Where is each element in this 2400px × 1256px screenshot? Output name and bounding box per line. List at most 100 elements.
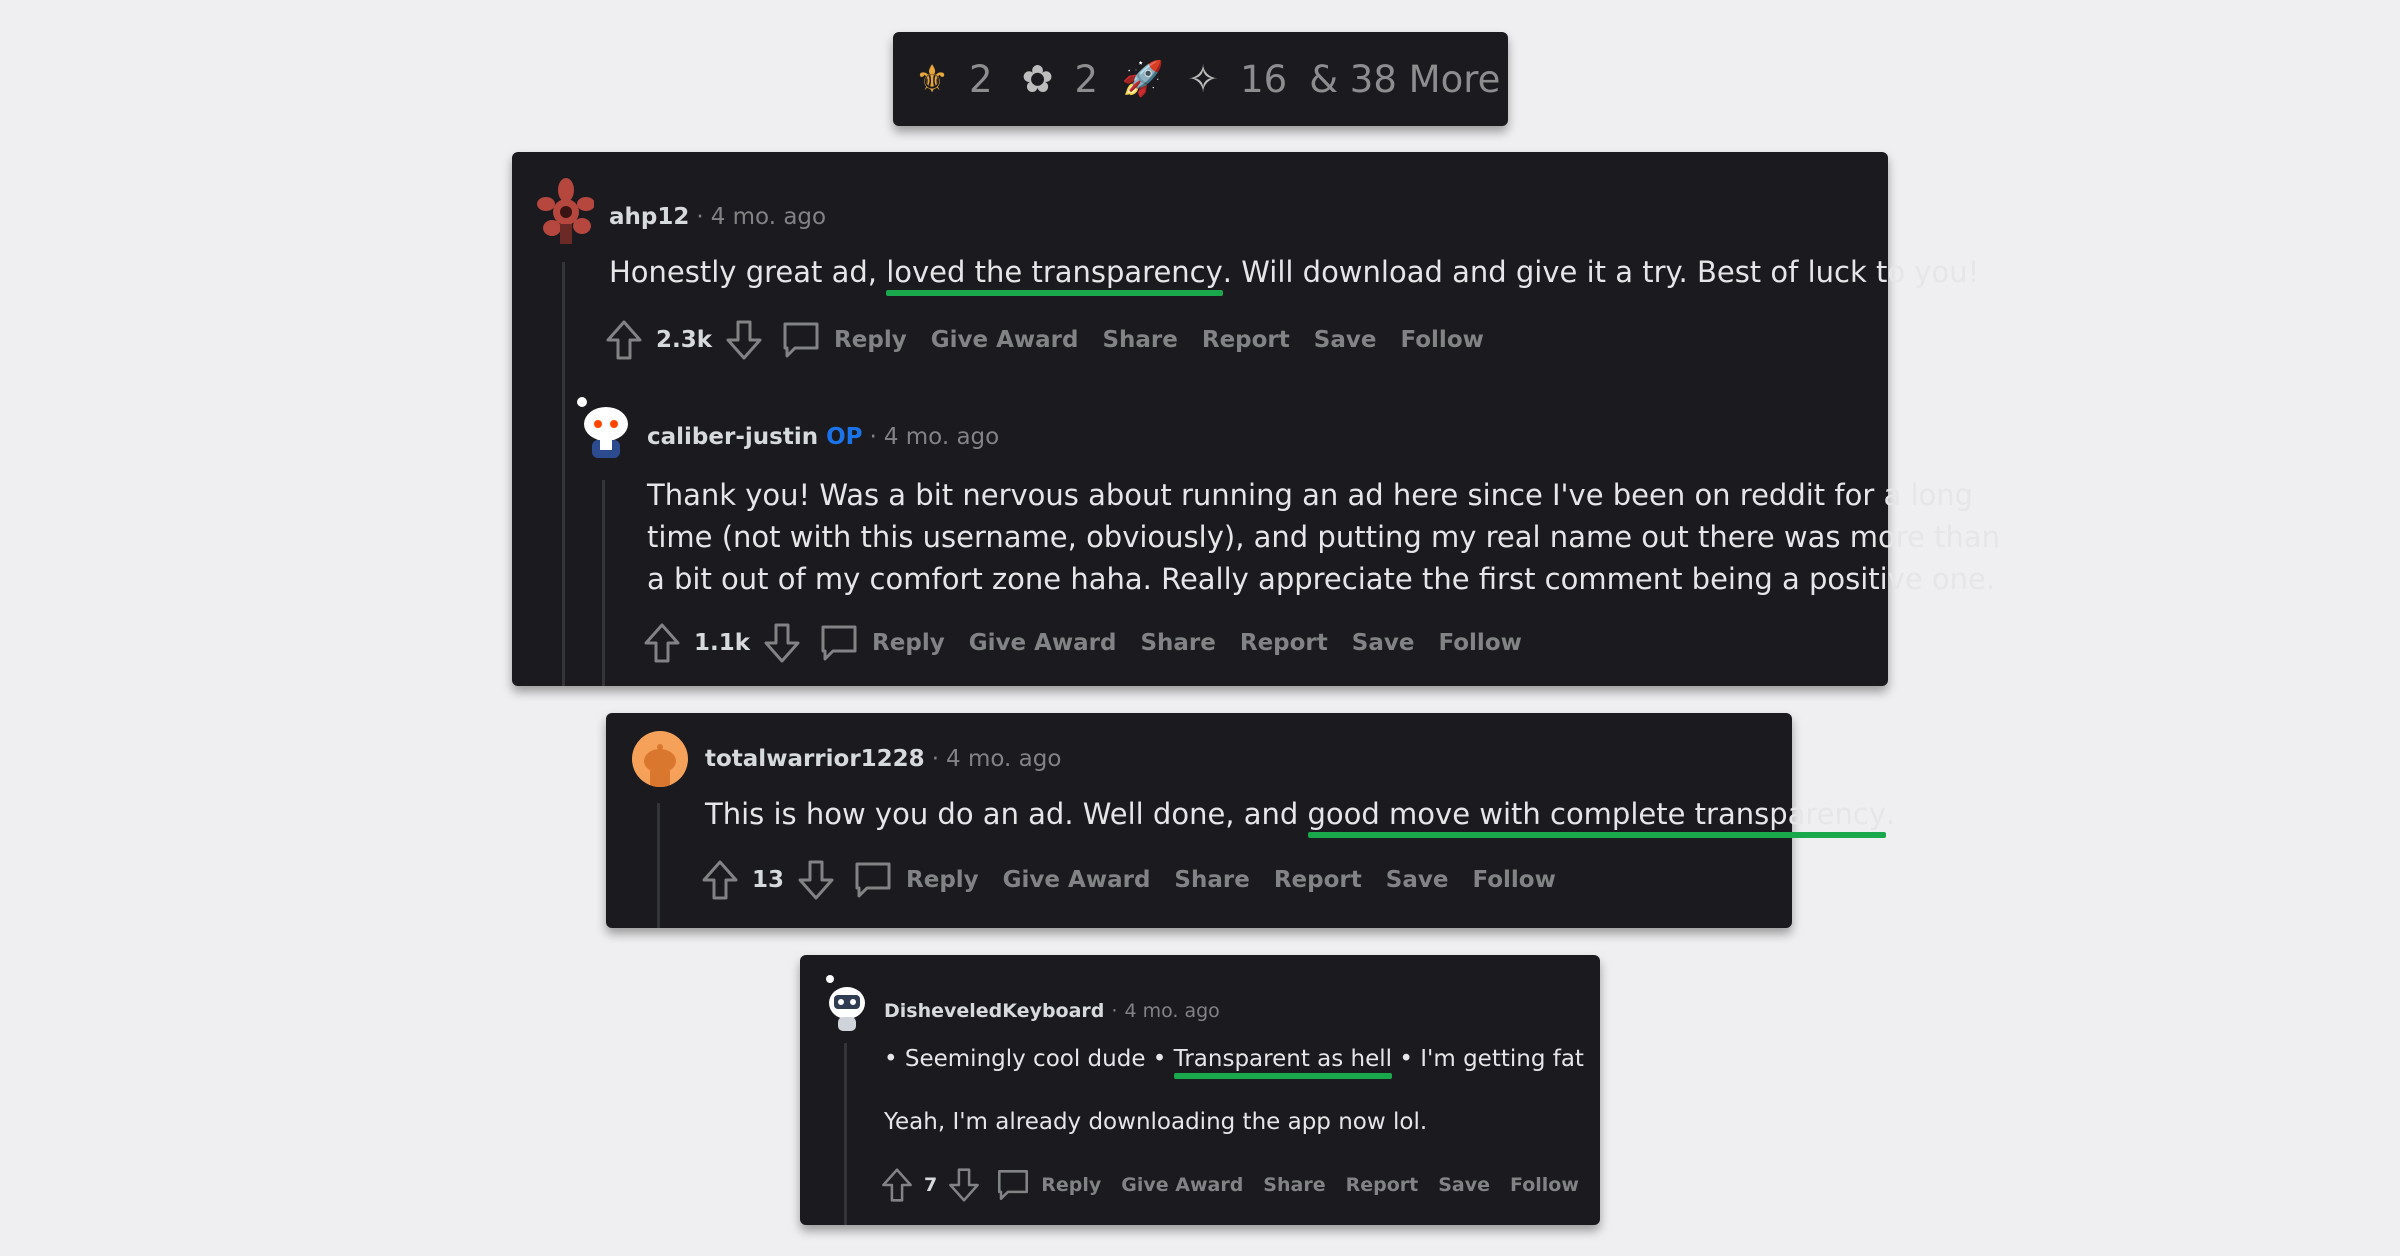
comment-meta: caliber-justin OP · 4 mo. ago xyxy=(647,424,999,450)
separator-dot: · xyxy=(869,424,877,450)
vote-score: 1.1k xyxy=(694,630,751,656)
comment-line: a bit out of my comfort zone haha. Reall… xyxy=(647,562,1996,596)
reply-button[interactable]: Reply xyxy=(872,630,945,656)
reply-button[interactable]: Reply xyxy=(1041,1174,1101,1196)
save-button[interactable]: Save xyxy=(1314,327,1377,353)
comment-bubble-icon[interactable] xyxy=(852,859,894,901)
comment-text: This is how you do an ad. Well done, and xyxy=(705,797,1308,831)
default-avatar-icon xyxy=(644,744,676,787)
comment-bubble-icon[interactable] xyxy=(995,1167,1031,1203)
awards-bar: ⚜ 2 ✿ 2 🚀 ✧ 16 & 38 More xyxy=(893,32,1508,126)
reply-button[interactable]: Reply xyxy=(906,867,979,893)
report-button[interactable]: Report xyxy=(1240,630,1328,656)
snoo-avatar-icon xyxy=(826,975,865,1031)
helpful-award-icon[interactable]: ✿ xyxy=(1015,56,1061,102)
downvote-icon[interactable] xyxy=(947,1167,981,1203)
award-count: 2 xyxy=(1074,57,1099,101)
downvote-icon[interactable] xyxy=(762,622,802,664)
rocket-award-icon[interactable]: 🚀 xyxy=(1120,56,1166,102)
comment-meta: totalwarrior1228 · 4 mo. ago xyxy=(705,746,1061,772)
vote-score: 13 xyxy=(752,867,785,893)
comment-body: Thank you! Was a bit nervous about runni… xyxy=(647,474,2000,600)
highlighted-text: loved the transparency xyxy=(886,255,1223,296)
separator-dot: · xyxy=(1111,1000,1118,1022)
share-button[interactable]: Share xyxy=(1102,327,1177,353)
more-awards-link[interactable]: & 38 More xyxy=(1309,58,1500,101)
comment-body: • Seemingly cool dude • Transparent as h… xyxy=(884,1046,1584,1079)
give-award-button[interactable]: Give Award xyxy=(1121,1174,1243,1196)
award-count: 2 xyxy=(969,57,993,101)
op-badge: OP xyxy=(826,424,863,450)
share-button[interactable]: Share xyxy=(1263,1174,1325,1196)
comment-bubble-icon[interactable] xyxy=(818,622,860,664)
share-button[interactable]: Share xyxy=(1140,630,1215,656)
downvote-icon[interactable] xyxy=(796,859,836,901)
report-button[interactable]: Report xyxy=(1202,327,1290,353)
comment-card: DisheveledKeyboard · 4 mo. ago • Seeming… xyxy=(800,955,1600,1225)
timestamp[interactable]: 4 mo. ago xyxy=(711,204,826,230)
timestamp[interactable]: 4 mo. ago xyxy=(1124,1000,1219,1022)
gold-award-icon[interactable]: ⚜ xyxy=(909,56,955,102)
timestamp[interactable]: 4 mo. ago xyxy=(884,424,999,450)
comment-text: . xyxy=(1886,797,1896,831)
comment-body: This is how you do an ad. Well done, and… xyxy=(705,797,1896,838)
upvote-icon[interactable] xyxy=(700,859,740,901)
comment-meta: DisheveledKeyboard · 4 mo. ago xyxy=(884,1000,1220,1022)
save-button[interactable]: Save xyxy=(1386,867,1449,893)
vote-score: 2.3k xyxy=(656,327,713,353)
avatar[interactable] xyxy=(574,394,636,464)
thread-line[interactable] xyxy=(602,480,605,686)
share-button[interactable]: Share xyxy=(1174,867,1249,893)
username[interactable]: caliber-justin xyxy=(647,424,818,450)
wholesome-award-icon[interactable]: ✧ xyxy=(1180,56,1226,102)
timestamp[interactable]: 4 mo. ago xyxy=(946,746,1061,772)
follow-button[interactable]: Follow xyxy=(1510,1174,1579,1196)
comment-actions: 13 Reply Give Award Share Report Save Fo… xyxy=(700,858,1556,902)
comment-actions: 1.1k Reply Give Award Share Report Save … xyxy=(642,621,1522,665)
avatar[interactable] xyxy=(820,973,870,1033)
comment-bubble-icon[interactable] xyxy=(780,319,822,361)
avatar[interactable] xyxy=(534,174,594,244)
comment-text: • I'm getting fat xyxy=(1392,1046,1584,1072)
comment-line: Thank you! Was a bit nervous about runni… xyxy=(647,478,1974,512)
comment-text: Honestly great ad, xyxy=(609,255,887,289)
comment-body-line2: Yeah, I'm already downloading the app no… xyxy=(884,1109,1428,1135)
demogorgon-avatar-icon xyxy=(537,178,594,244)
comment-body: Honestly great ad, loved the transparenc… xyxy=(609,255,1980,296)
username[interactable]: DisheveledKeyboard xyxy=(884,1000,1104,1022)
highlighted-text: good move with complete transparency xyxy=(1307,797,1887,838)
username[interactable]: totalwarrior1228 xyxy=(705,746,925,772)
highlighted-text: Transparent as hell xyxy=(1173,1046,1393,1079)
reply-button[interactable]: Reply xyxy=(834,327,907,353)
comment-card: ahp12 · 4 mo. ago Honestly great ad, lov… xyxy=(512,152,2000,686)
downvote-icon[interactable] xyxy=(724,319,764,361)
comment-actions: 7 Reply Give Award Share Report Save Fol… xyxy=(880,1166,1579,1204)
upvote-icon[interactable] xyxy=(642,622,682,664)
vote-score: 7 xyxy=(924,1174,938,1196)
follow-button[interactable]: Follow xyxy=(1400,327,1483,353)
snoo-avatar-icon xyxy=(577,397,628,458)
avatar[interactable] xyxy=(632,731,688,787)
comment-card: totalwarrior1228 · 4 mo. ago This is how… xyxy=(606,713,1895,928)
report-button[interactable]: Report xyxy=(1274,867,1362,893)
give-award-button[interactable]: Give Award xyxy=(969,630,1117,656)
upvote-icon[interactable] xyxy=(880,1167,914,1203)
thread-line[interactable] xyxy=(562,262,565,686)
save-button[interactable]: Save xyxy=(1438,1174,1490,1196)
thread-line[interactable] xyxy=(657,803,660,928)
separator-dot: · xyxy=(696,204,704,230)
upvote-icon[interactable] xyxy=(604,319,644,361)
thread-line[interactable] xyxy=(844,1043,847,1225)
report-button[interactable]: Report xyxy=(1346,1174,1419,1196)
award-count: 16 xyxy=(1240,57,1288,101)
comment-text: • Seemingly cool dude • xyxy=(884,1046,1174,1072)
follow-button[interactable]: Follow xyxy=(1472,867,1555,893)
give-award-button[interactable]: Give Award xyxy=(1003,867,1151,893)
comment-actions: 2.3k Reply Give Award Share Report Save … xyxy=(604,318,1484,362)
follow-button[interactable]: Follow xyxy=(1438,630,1521,656)
give-award-button[interactable]: Give Award xyxy=(931,327,1079,353)
username[interactable]: ahp12 xyxy=(609,204,689,230)
comment-text: . Will download and give it a try. Best … xyxy=(1222,255,1980,289)
comment-meta: ahp12 · 4 mo. ago xyxy=(609,204,826,230)
save-button[interactable]: Save xyxy=(1352,630,1415,656)
